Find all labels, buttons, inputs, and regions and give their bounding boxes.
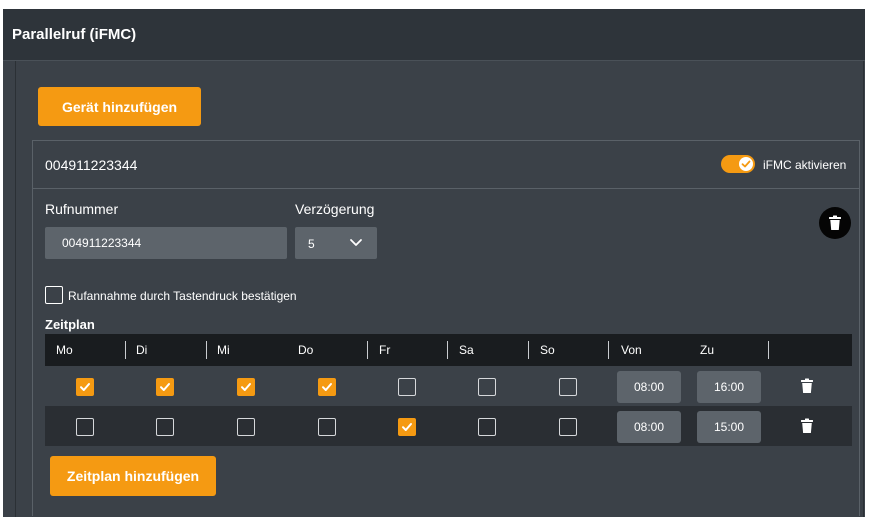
column-header-mi: Mi xyxy=(217,343,230,357)
day-checkbox-sa[interactable] xyxy=(478,378,496,396)
column-header-di: Di xyxy=(136,343,148,357)
trash-icon[interactable] xyxy=(801,378,813,394)
column-separator xyxy=(125,341,126,359)
day-checkbox-mo[interactable] xyxy=(76,418,94,436)
schedule-table: Mo Di Mi Do Fr Sa So Von Zu 08:00 16:00 … xyxy=(45,334,852,446)
check-icon xyxy=(241,383,251,391)
day-checkbox-di[interactable] xyxy=(156,418,174,436)
add-device-button[interactable]: Gerät hinzufügen xyxy=(38,87,201,126)
column-separator xyxy=(608,341,609,359)
day-checkbox-di[interactable] xyxy=(156,378,174,396)
column-separator xyxy=(768,341,769,359)
delete-device-button[interactable] xyxy=(819,207,851,239)
time-from-field[interactable]: 08:00 xyxy=(617,371,681,403)
delay-label: Verzögerung xyxy=(295,201,375,217)
check-icon xyxy=(322,383,332,391)
schedule-table-header: Mo Di Mi Do Fr Sa So Von Zu xyxy=(45,334,852,366)
check-icon xyxy=(741,160,751,168)
column-header-von: Von xyxy=(621,343,642,357)
delay-select[interactable]: 5 xyxy=(295,227,377,259)
day-checkbox-mi[interactable] xyxy=(237,378,255,396)
day-checkbox-do[interactable] xyxy=(318,418,336,436)
confirm-keypress-label: Rufannahme durch Tastendruck bestätigen xyxy=(68,289,297,303)
column-header-zu: Zu xyxy=(700,343,715,357)
day-checkbox-so[interactable] xyxy=(559,378,577,396)
column-separator xyxy=(206,341,207,359)
add-schedule-button[interactable]: Zeitplan hinzufügen xyxy=(50,456,216,496)
day-checkbox-mi[interactable] xyxy=(237,418,255,436)
day-checkbox-fr[interactable] xyxy=(398,378,416,396)
panel-body: Gerät hinzufügen 004911223344 iFMC aktiv… xyxy=(15,61,864,517)
toggle-knob xyxy=(739,157,753,171)
check-icon xyxy=(160,383,170,391)
day-checkbox-mo[interactable] xyxy=(76,378,94,396)
delay-value: 5 xyxy=(308,237,315,251)
day-checkbox-fr[interactable] xyxy=(398,418,416,436)
trash-icon[interactable] xyxy=(801,418,813,434)
column-header-sa: Sa xyxy=(459,343,474,357)
day-checkbox-do[interactable] xyxy=(318,378,336,396)
column-separator xyxy=(447,341,448,359)
day-checkbox-so[interactable] xyxy=(559,418,577,436)
schedule-row: 08:00 15:00 xyxy=(45,406,852,446)
schedule-label: Zeitplan xyxy=(45,317,95,332)
device-number-title: 004911223344 xyxy=(45,157,138,173)
phone-number-input[interactable] xyxy=(45,227,287,259)
device-card-header: 004911223344 iFMC aktivieren xyxy=(33,141,859,189)
day-checkbox-sa[interactable] xyxy=(478,418,496,436)
time-to-field[interactable]: 16:00 xyxy=(697,371,761,403)
phone-number-label: Rufnummer xyxy=(45,201,119,217)
confirm-keypress-checkbox[interactable] xyxy=(45,286,63,304)
column-header-so: So xyxy=(540,343,555,357)
column-header-fr: Fr xyxy=(379,343,391,357)
column-separator xyxy=(528,341,529,359)
page-title: Parallelruf (iFMC) xyxy=(12,26,137,43)
chevron-down-icon xyxy=(350,239,362,246)
schedule-row: 08:00 16:00 xyxy=(45,366,852,406)
column-header-do: Do xyxy=(298,343,314,357)
check-icon xyxy=(402,423,412,431)
column-separator xyxy=(367,341,368,359)
time-to-field[interactable]: 15:00 xyxy=(697,411,761,443)
parallel-ring-panel: Parallelruf (iFMC) Gerät hinzufügen 0049… xyxy=(3,9,865,517)
trash-icon xyxy=(829,215,841,230)
panel-header: Parallelruf (iFMC) xyxy=(3,9,865,61)
ifmc-toggle-label: iFMC aktivieren xyxy=(763,158,847,172)
time-from-field[interactable]: 08:00 xyxy=(617,411,681,443)
column-header-mo: Mo xyxy=(56,343,73,357)
check-icon xyxy=(80,383,90,391)
ifmc-toggle[interactable] xyxy=(721,155,755,173)
